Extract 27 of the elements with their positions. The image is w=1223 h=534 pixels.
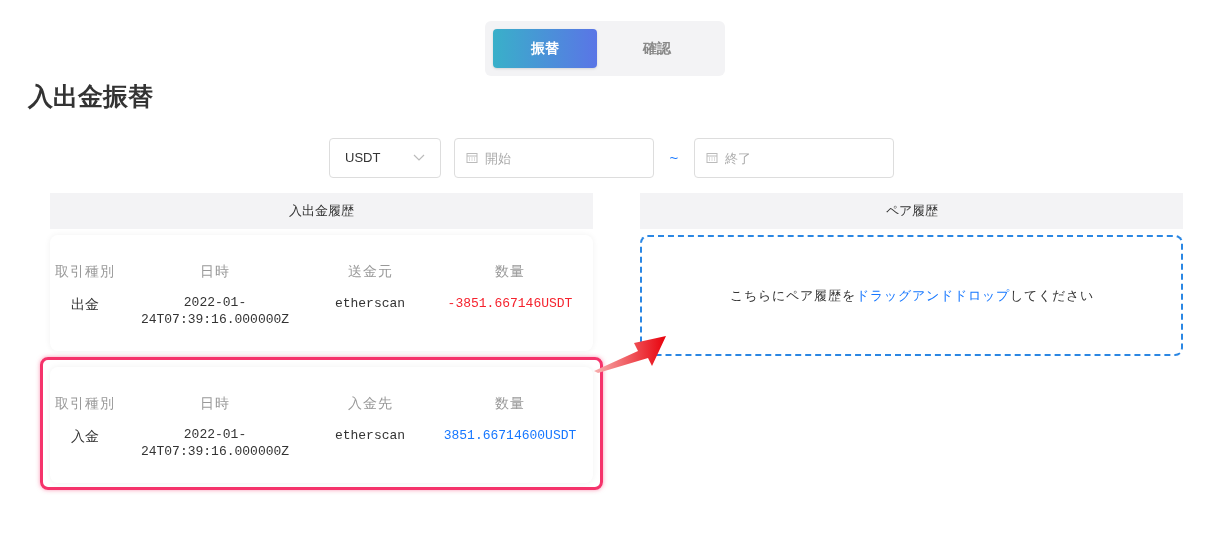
column-header: 日時 (199, 394, 231, 413)
column-header: 入金先 (346, 394, 394, 413)
currency-select[interactable]: USDT (329, 138, 441, 178)
end-date-field[interactable]: 終了 (694, 138, 894, 178)
drop-instruction: こちらにペア履歴を ドラッグアンドドロップしてください (729, 286, 1094, 305)
calendar-icon (706, 152, 718, 164)
chevron-down-icon (413, 154, 425, 162)
start-date-field[interactable]: 開始 (454, 138, 654, 178)
column-header: 数量 (494, 394, 526, 413)
range-separator: ~ (668, 147, 680, 168)
record-amount: 3851.66714600USDT (442, 427, 578, 445)
column-header: 取引種別 (54, 394, 116, 413)
record-type: 出金 (70, 295, 100, 314)
panel-header: 入出金履歴 (50, 193, 593, 229)
calendar-icon (466, 152, 478, 164)
record-amount: -3851.667146USDT (446, 295, 574, 313)
record-address: etherscan (333, 295, 407, 313)
page-title: 入出金振替 (28, 81, 153, 112)
record-type: 入金 (70, 427, 100, 446)
record-address: etherscan (333, 427, 407, 445)
panel-header: ペア履歴 (640, 193, 1183, 229)
column-header: 日時 (199, 262, 231, 281)
record-datetime: 2022-01-24T07:39:16.000000Z (139, 426, 291, 460)
column-header: 数量 (494, 262, 526, 281)
record-datetime: 2022-01-24T07:39:16.000000Z (139, 294, 291, 328)
column-header: 取引種別 (54, 262, 116, 281)
column-header: 送金元 (346, 262, 394, 281)
